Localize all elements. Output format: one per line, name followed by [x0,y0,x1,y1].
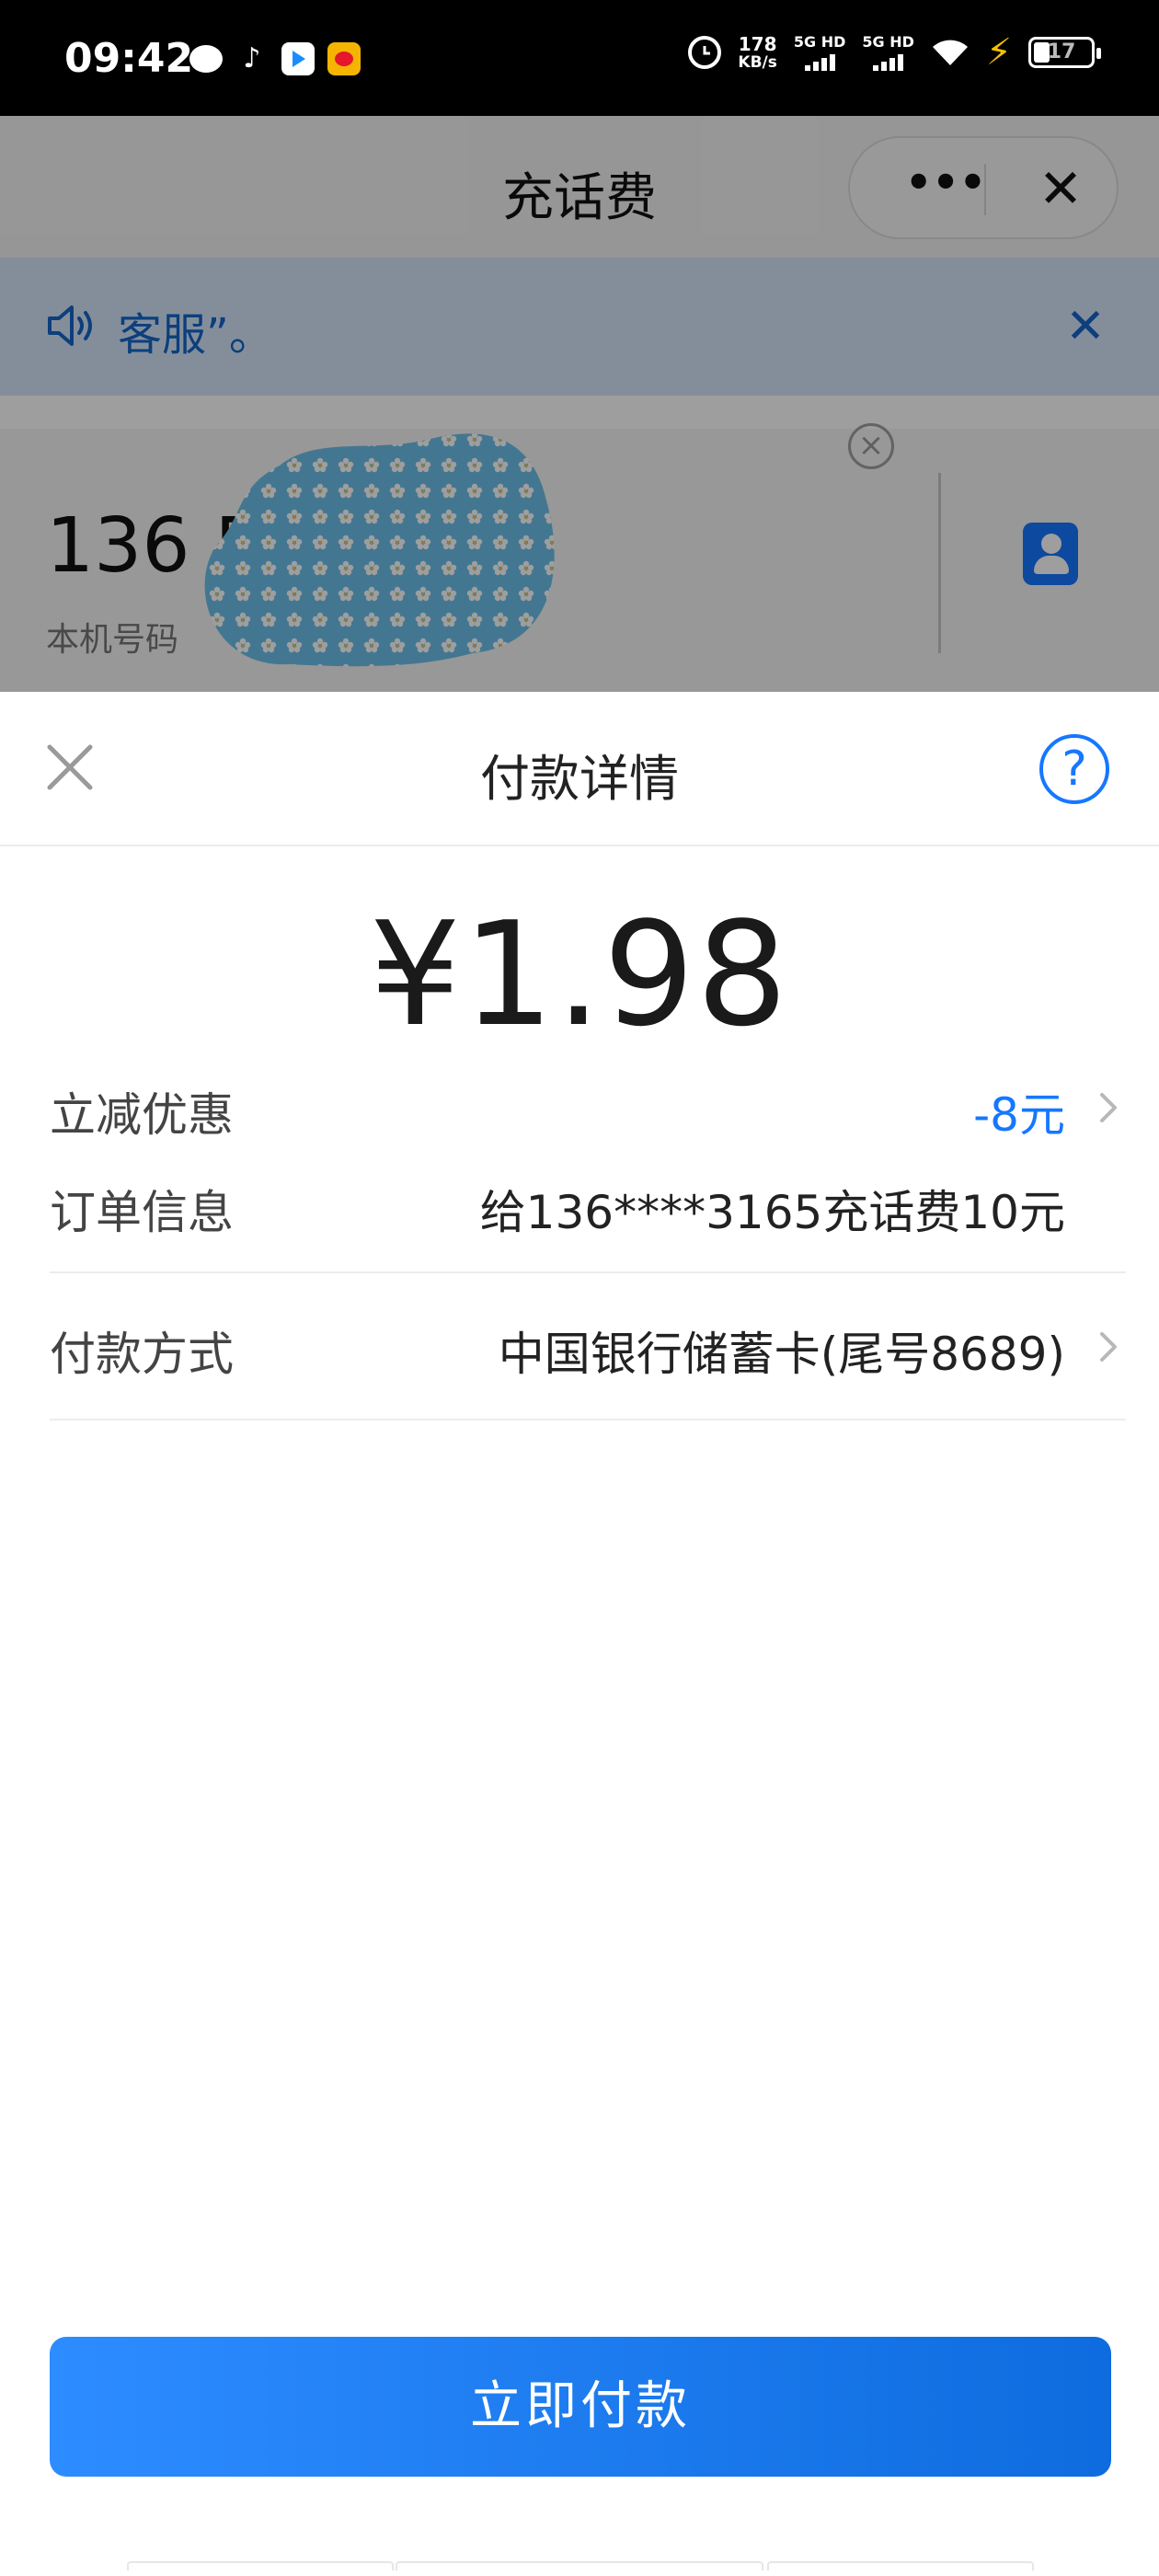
chevron-right-icon [1100,1332,1117,1362]
wifi-icon [931,38,970,67]
net-speed: 178 KB/s [738,34,776,71]
tiktok-icon: ♪ [243,42,261,75]
battery-level: 17 [1047,40,1076,63]
payment-method-label: 付款方式 [50,1328,234,1381]
battery-icon: 17 [1028,36,1101,68]
status-indicators: 178 KB/s 5G HD 5G HD ⚡ 17 [688,30,1101,74]
net-speed-unit: KB/s [738,52,777,72]
alarm-icon [688,35,722,69]
status-bar: 09:42 ♪ 178 KB/s 5G HD 5G HD ⚡ 17 [0,0,1159,116]
pay-now-button[interactable]: 立即付款 [50,2337,1111,2477]
modal-overlay[interactable] [0,116,1159,692]
charging-icon: ⚡ [985,30,1012,74]
chevron-right-icon [1100,1093,1117,1122]
discount-value: -8元 [973,1088,1065,1142]
signal-icon: 5G HD [793,33,846,71]
order-info-value: 给136****3165充话费10元 [479,1186,1065,1239]
order-info-row: 订单信息 给136****3165充话费10元 [50,1176,1126,1240]
sheet-header-divider [0,845,1159,846]
discount-row[interactable]: 立减优惠 -8元 [50,1078,1126,1143]
weibo-icon [327,42,361,75]
row-divider [50,1419,1126,1420]
signal-icon-2: 5G HD [862,33,914,71]
payment-amount: ¥1.98 [369,891,790,1058]
help-icon[interactable]: ? [1039,734,1109,804]
discount-label: 立减优惠 [50,1088,234,1142]
status-app-icons: ♪ [189,42,361,75]
sim1-label: 5G HD [793,33,846,51]
bottom-keyboard-hint [0,2561,1159,2576]
video-app-icon [281,42,315,75]
payment-method-row[interactable]: 付款方式 中国银行储蓄卡(尾号8689) [50,1317,1126,1382]
message-icon [189,45,223,73]
payment-sheet: 付款详情 ? ¥1.98 立减优惠 -8元 订单信息 给136****3165充… [0,692,1159,2576]
sheet-title: 付款详情 [480,750,679,808]
sim2-label: 5G HD [862,33,914,51]
status-time: 09:42 [64,35,194,82]
row-divider [50,1271,1126,1273]
net-speed-value: 178 [738,32,777,55]
payment-method-value: 中国银行储蓄卡(尾号8689) [498,1328,1065,1381]
order-info-label: 订单信息 [50,1186,234,1239]
